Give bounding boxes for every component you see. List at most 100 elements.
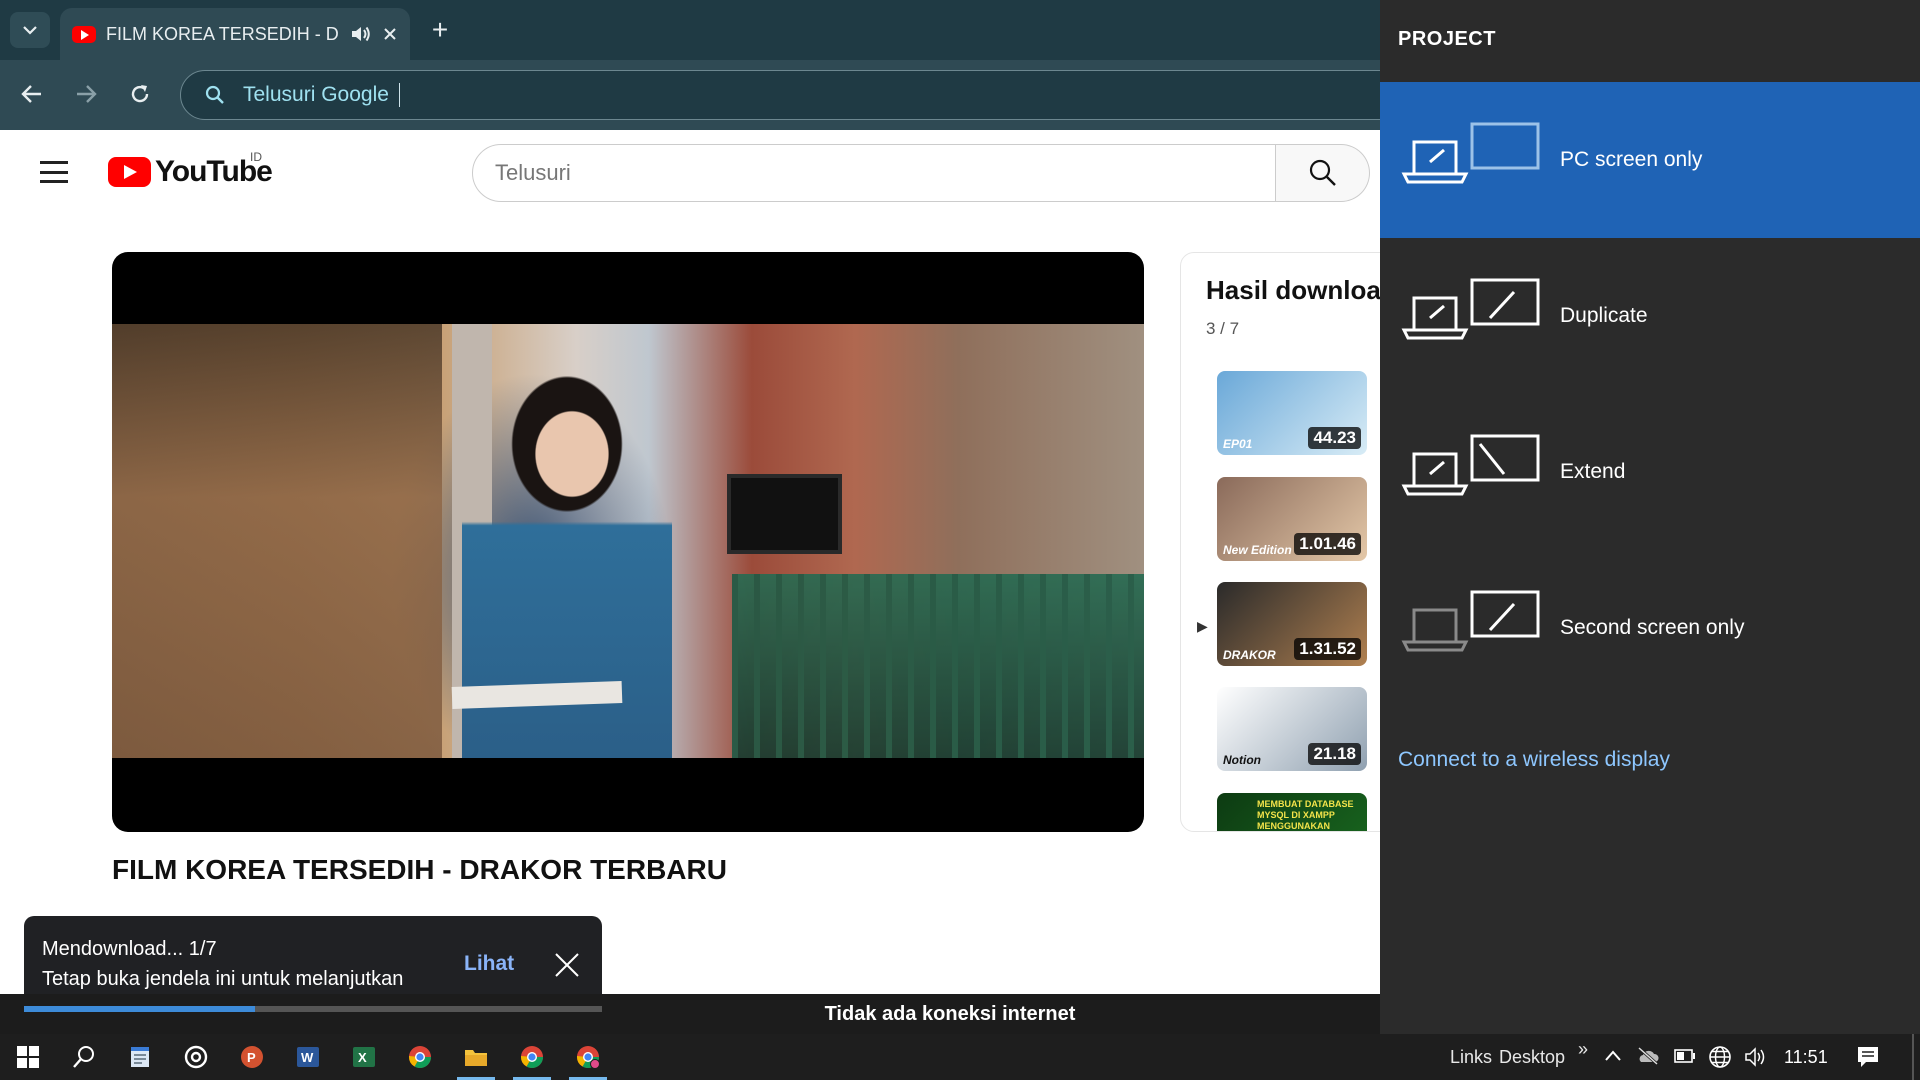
tab-title: FILM KOREA TERSEDIH - DRAKOR TERBARU	[106, 23, 340, 44]
playlist-position: 3 / 7	[1206, 319, 1240, 338]
taskbar-app-excel[interactable]: X	[336, 1034, 392, 1080]
video-thumbnail: MEMBUAT DATABASE MYSQL DI XAMPP MENGGUNA…	[1217, 793, 1367, 831]
chrome-icon	[521, 1046, 543, 1068]
taskbar-app-camera[interactable]	[168, 1034, 224, 1080]
taskbar-search-button[interactable]	[56, 1034, 112, 1080]
new-tab-button[interactable]: +	[424, 14, 456, 46]
start-button[interactable]	[0, 1034, 56, 1080]
globe-network-icon[interactable]	[1708, 1045, 1732, 1069]
toolbar-desktop[interactable]: Desktop	[1499, 1047, 1565, 1068]
forward-button[interactable]	[66, 74, 106, 114]
chrome-icon	[409, 1046, 431, 1068]
pc-screen-only-icon	[1401, 122, 1540, 184]
taskbar-app-chrome[interactable]	[392, 1034, 448, 1080]
arrow-right-icon	[77, 85, 97, 103]
show-desktop-button[interactable]	[1912, 1034, 1914, 1080]
windows-taskbar: P W X Links Desktop » 11:51	[0, 1034, 1920, 1080]
playlist-item-playing[interactable]: ▶ DRAKOR 1.31.52	[1197, 582, 1397, 668]
svg-text:P: P	[247, 1050, 256, 1065]
playlist-item[interactable]: EP01 44.23	[1197, 371, 1397, 457]
project-option-pc-screen-only[interactable]: PC screen only	[1380, 82, 1920, 238]
chevron-up-icon[interactable]	[1604, 1049, 1622, 1063]
video-frame	[112, 324, 1144, 758]
close-icon[interactable]	[552, 950, 582, 980]
youtube-search-button[interactable]	[1276, 144, 1370, 202]
word-icon: W	[297, 1047, 319, 1067]
chrome-icon	[577, 1046, 600, 1069]
video-duration: 21.18	[1308, 743, 1361, 765]
svg-text:W: W	[301, 1050, 314, 1065]
taskbar-clock[interactable]: 11:51	[1784, 1047, 1828, 1068]
search-icon	[205, 85, 224, 104]
folder-icon	[465, 1050, 487, 1066]
address-bar-placeholder: Telusuri Google	[243, 83, 389, 106]
download-status: Mendownload... 1/7	[42, 938, 217, 960]
video-duration: 1.01.46	[1294, 533, 1361, 555]
taskbar-app-file-explorer[interactable]	[448, 1034, 504, 1080]
youtube-header: YouTube ID Telusuri	[0, 130, 1380, 220]
playlist-panel: Hasil download 3 / 7 EP01 44.23 New Edit…	[1180, 252, 1400, 832]
project-panel-title: PROJECT	[1398, 28, 1496, 50]
tab-search-button[interactable]	[10, 12, 50, 48]
toolbar-overflow-icon[interactable]: »	[1578, 1039, 1588, 1060]
back-button[interactable]	[12, 74, 52, 114]
active-tab[interactable]: FILM KOREA TERSEDIH - DRAKOR TERBARU	[60, 8, 410, 60]
youtube-search-input[interactable]: Telusuri	[472, 144, 1276, 202]
project-option-label: Extend	[1560, 460, 1626, 483]
reload-icon	[131, 85, 149, 103]
onedrive-offline-icon[interactable]	[1636, 1046, 1660, 1066]
project-option-label: Duplicate	[1560, 304, 1648, 327]
search-icon	[73, 1046, 94, 1068]
duplicate-icon	[1401, 278, 1540, 340]
battery-icon[interactable]	[1674, 1049, 1696, 1063]
arrow-left-icon	[21, 85, 41, 103]
windows-logo-icon	[17, 1046, 39, 1068]
project-option-label: Second screen only	[1560, 616, 1745, 639]
menu-icon[interactable]	[40, 161, 68, 183]
second-screen-only-icon	[1401, 590, 1540, 652]
video-thumbnail: EP01 44.23	[1217, 371, 1367, 455]
excel-icon: X	[353, 1047, 375, 1067]
powerpoint-icon: P	[241, 1046, 263, 1068]
playlist-item[interactable]: New Edition 1.01.46	[1197, 477, 1397, 563]
chevron-down-icon	[23, 26, 37, 35]
offline-banner: Tidak ada koneksi internet	[0, 994, 1380, 1034]
toolbar-links[interactable]: Links	[1450, 1047, 1492, 1068]
playlist-item[interactable]: MEMBUAT DATABASE MYSQL DI XAMPP MENGGUNA…	[1197, 793, 1397, 831]
svg-text:X: X	[358, 1050, 367, 1065]
offline-message: Tidak ada koneksi internet	[824, 1002, 1076, 1025]
speaker-icon[interactable]	[350, 24, 372, 44]
view-download-button[interactable]: Lihat	[464, 952, 514, 976]
extend-icon	[1401, 434, 1540, 496]
taskbar-app-chrome-profile[interactable]	[560, 1034, 616, 1080]
reload-button[interactable]	[120, 74, 160, 114]
taskbar-app-notepad[interactable]	[112, 1034, 168, 1080]
taskbar-app-chrome-window[interactable]	[504, 1034, 560, 1080]
project-option-extend[interactable]: Extend	[1380, 394, 1920, 550]
now-playing-icon: ▶	[1197, 618, 1208, 634]
volume-icon[interactable]	[1744, 1046, 1768, 1068]
video-thumbnail: Notion 21.18	[1217, 687, 1367, 771]
project-option-duplicate[interactable]: Duplicate	[1380, 238, 1920, 394]
youtube-logo[interactable]: YouTube	[108, 155, 273, 189]
download-hint: Tetap buka jendela ini untuk melanjutkan	[42, 968, 404, 990]
taskbar-app-powerpoint[interactable]: P	[224, 1034, 280, 1080]
video-duration: 44.23	[1308, 427, 1361, 449]
region-code: ID	[250, 150, 262, 164]
video-player[interactable]	[112, 252, 1144, 832]
close-tab-icon[interactable]	[382, 26, 398, 42]
video-thumbnail: New Edition 1.01.46	[1217, 477, 1367, 561]
youtube-favicon-icon	[72, 25, 96, 43]
project-option-second-screen-only[interactable]: Second screen only	[1380, 550, 1920, 706]
youtube-search-placeholder: Telusuri	[495, 160, 571, 185]
notepad-icon	[131, 1047, 149, 1067]
playlist-item[interactable]: Notion 21.18	[1197, 687, 1397, 773]
taskbar-app-word[interactable]: W	[280, 1034, 336, 1080]
connect-wireless-display-link[interactable]: Connect to a wireless display	[1398, 748, 1670, 772]
playlist-title: Hasil download	[1206, 275, 1397, 305]
project-option-label: PC screen only	[1560, 148, 1703, 171]
search-icon	[1309, 159, 1336, 186]
video-duration: 1.31.52	[1294, 638, 1361, 660]
download-progress-bar	[24, 1006, 602, 1012]
action-center-icon[interactable]	[1856, 1045, 1880, 1069]
